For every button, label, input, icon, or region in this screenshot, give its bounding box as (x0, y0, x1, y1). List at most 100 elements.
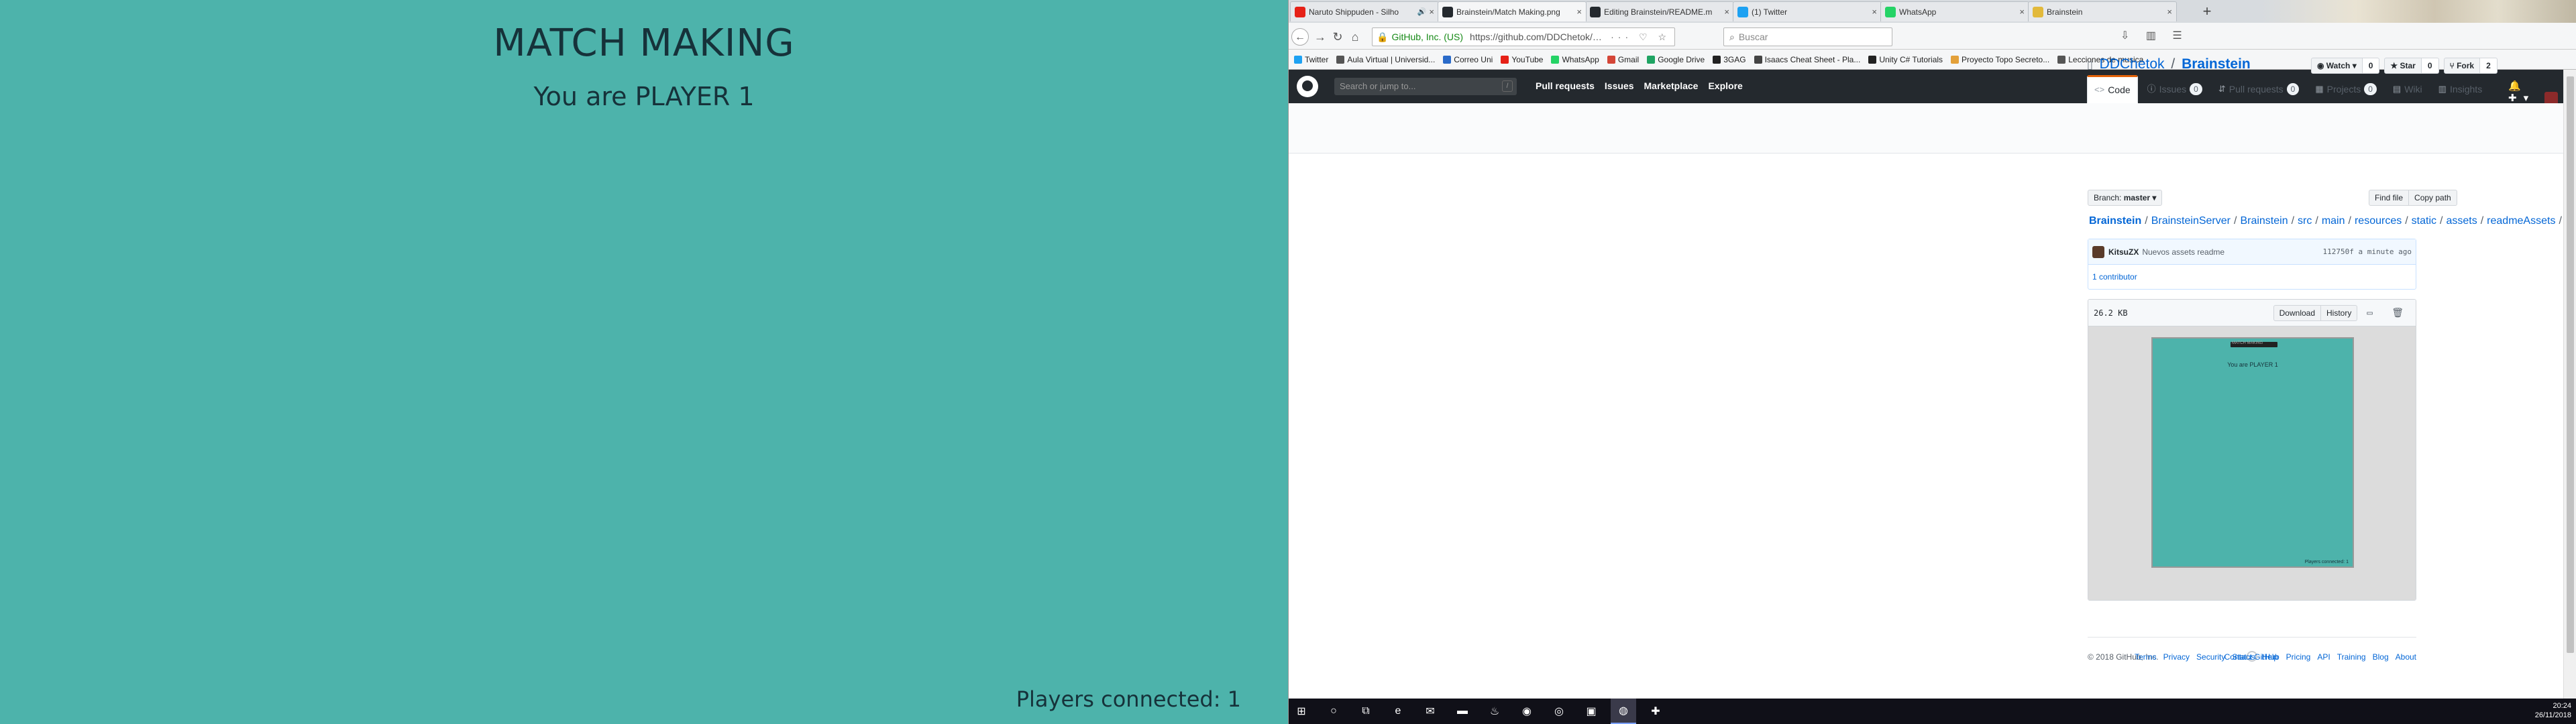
repo-owner-link[interactable]: DDChetok (2100, 56, 2165, 72)
breadcrumb-link[interactable]: Brainstein (2240, 215, 2288, 227)
cortana-icon[interactable]: ○ (1321, 699, 1346, 724)
repo-name-link[interactable]: Brainstein (2182, 56, 2251, 72)
close-icon[interactable]: × (2167, 7, 2172, 17)
address-bar[interactable]: 🔒 GitHub, Inc. (US) https://github.com/D… (1372, 27, 1675, 46)
github-header-actions[interactable]: 🔔 ✚▾ (2508, 80, 2563, 106)
close-icon[interactable]: × (1429, 7, 1434, 17)
bookmark-item[interactable]: Twitter (1294, 55, 1328, 64)
breadcrumb-link[interactable]: BrainsteinServer (2151, 215, 2231, 227)
notification-and-new-icons[interactable]: 🔔 ✚▾ (2508, 80, 2535, 104)
bookmark-item[interactable]: Aula Virtual | Universid... (1336, 55, 1435, 64)
footer-link[interactable]: Training (2337, 652, 2366, 662)
bookmark-item[interactable]: 3GAG (1713, 55, 1746, 64)
repo-action-1[interactable]: ★ Star 0 (2384, 58, 2439, 74)
footer-link[interactable]: Terms (2135, 652, 2157, 662)
breadcrumb-link[interactable]: resources (2355, 215, 2402, 227)
tab-issues[interactable]: ⓘ Issues 0 (2141, 75, 2209, 103)
repo-action-2[interactable]: ⑂ Fork 2 (2443, 58, 2498, 74)
chrome-icon[interactable]: ◍ (1611, 699, 1636, 724)
download-button[interactable]: Download (2273, 304, 2322, 321)
contributors-link[interactable]: 1 contributor (2092, 272, 2137, 282)
bookmark-item[interactable]: Proyecto Topo Secreto... (1951, 55, 2049, 64)
find-file-button[interactable]: Find file (2369, 190, 2410, 206)
bookmark-item[interactable]: WhatsApp (1551, 55, 1599, 64)
search-input[interactable]: ⌕ Buscar (1723, 27, 1892, 46)
branch-select[interactable]: Branch: master ▾ (2088, 190, 2163, 206)
bookmark-item[interactable]: Gmail (1607, 55, 1639, 64)
mail-icon[interactable]: ✉ (1417, 699, 1443, 724)
bookmark-item[interactable]: Google Drive (1647, 55, 1705, 64)
browser-tab[interactable]: Brainstein/Match Making.png × (1438, 1, 1587, 21)
commit-sha[interactable]: 112750f a minute ago (2323, 247, 2412, 256)
bookmark-item[interactable]: Unity C# Tutorials (1868, 55, 1943, 64)
footer-link[interactable]: Blog (2373, 652, 2389, 662)
history-button[interactable]: History (2321, 304, 2358, 321)
repo-action-button[interactable]: ⑂ Fork (2443, 58, 2481, 74)
footer-link[interactable]: Privacy (2163, 652, 2190, 662)
repo-action-count[interactable]: 0 (2362, 58, 2380, 74)
breadcrumb-link[interactable]: main (2322, 215, 2345, 227)
commit-message[interactable]: Nuevos assets readme (2142, 247, 2322, 257)
github-search-input[interactable]: Search or jump to... / (1334, 78, 1517, 95)
github-nav-item[interactable]: Marketplace (1644, 80, 1699, 91)
bookmark-item[interactable]: YouTube (1501, 55, 1543, 64)
firefox-icon[interactable]: ◉ (1514, 699, 1540, 724)
tab-wiki[interactable]: ▤ Wiki (2386, 75, 2429, 103)
breadcrumb-link[interactable]: static (2412, 215, 2436, 227)
home-button[interactable]: ⌂ (1346, 28, 1364, 46)
repo-action-count[interactable]: 2 (2480, 58, 2498, 74)
game-icon[interactable]: ✚ (1643, 699, 1668, 724)
footer-link[interactable]: Contact GitHub (2224, 652, 2279, 662)
github-nav-item[interactable]: Pull requests (1536, 80, 1595, 91)
page-actions-icon[interactable]: ··· ♡ ☆ (1611, 32, 1670, 43)
browser-tab[interactable]: Naruto Shippuden - Silho 🔊 × (1290, 1, 1439, 21)
breadcrumb-link[interactable]: Brainstein (2089, 215, 2141, 227)
repo-action-0[interactable]: ◉ Watch ▾ 0 (2311, 58, 2380, 74)
repo-action-button[interactable]: ◉ Watch ▾ (2311, 58, 2363, 74)
task-view-icon[interactable]: ⧉ (1353, 699, 1379, 724)
copy-path-button[interactable]: Copy path (2409, 190, 2457, 206)
bookmark-item[interactable]: Isaacs Cheat Sheet - Pla... (1754, 55, 1860, 64)
close-icon[interactable]: × (2019, 7, 2025, 17)
back-button[interactable]: ← (1291, 28, 1309, 46)
browser-tab[interactable]: Editing Brainstein/README.m × (1585, 1, 1734, 21)
browser-tab[interactable]: (1) Twitter × (1733, 1, 1882, 21)
avatar[interactable] (2092, 245, 2104, 258)
reload-button[interactable]: ↻ (1329, 28, 1346, 46)
breadcrumb-link[interactable]: src (2298, 215, 2312, 227)
steam-icon[interactable]: ♨ (1482, 699, 1507, 724)
browser-tab[interactable]: Brainstein × (2028, 1, 2177, 21)
tab-code[interactable]: <> Code (2087, 75, 2138, 103)
photos-icon[interactable]: ▣ (1578, 699, 1604, 724)
forward-button[interactable]: → (1311, 28, 1329, 46)
start-icon[interactable]: ⊞ (1289, 699, 1314, 724)
close-icon[interactable]: × (1576, 7, 1582, 17)
scrollbar[interactable] (2563, 70, 2576, 699)
close-icon[interactable]: × (1724, 7, 1729, 17)
breadcrumb-link[interactable]: assets (2446, 215, 2477, 227)
commit-author[interactable]: KitsuZX (2108, 247, 2139, 257)
tab-insights[interactable]: ▥ Insights (2432, 75, 2489, 103)
url-text[interactable]: https://github.com/DDChetok/Brainstein/b… (1470, 32, 1607, 42)
github-nav-item[interactable]: Issues (1605, 80, 1634, 91)
edge-icon[interactable]: e (1385, 699, 1411, 724)
github-logo-icon[interactable] (1297, 76, 1318, 97)
scrollbar-thumb[interactable] (2567, 76, 2574, 653)
repo-action-count[interactable]: 0 (2421, 58, 2439, 74)
toolbar-icons[interactable]: ⇩ ▥ ☰ (2121, 29, 2189, 42)
footer-link[interactable]: About (2396, 652, 2416, 662)
tab-projects[interactable]: ▦ Projects 0 (2308, 75, 2383, 103)
footer-link[interactable]: API (2317, 652, 2330, 662)
repo-action-button[interactable]: ★ Star (2384, 58, 2422, 74)
new-tab-button[interactable]: + (2198, 3, 2216, 20)
footer-link[interactable]: Pricing (2286, 652, 2311, 662)
discord-icon[interactable]: ◎ (1546, 699, 1572, 724)
github-nav-item[interactable]: Explore (1708, 80, 1742, 91)
close-icon[interactable]: × (1872, 7, 1877, 17)
bookmark-item[interactable]: Correo Uni (1443, 55, 1493, 64)
clock[interactable]: 20:24 26/11/2018 (2535, 701, 2571, 720)
desktop-and-delete-icons[interactable]: ▭ 🗑 (2367, 308, 2410, 318)
tab-pull-requests[interactable]: ⇵ Pull requests 0 (2212, 75, 2306, 103)
explorer-icon[interactable]: ▬ (1450, 699, 1475, 724)
audio-icon[interactable]: 🔊 (1417, 7, 1427, 16)
